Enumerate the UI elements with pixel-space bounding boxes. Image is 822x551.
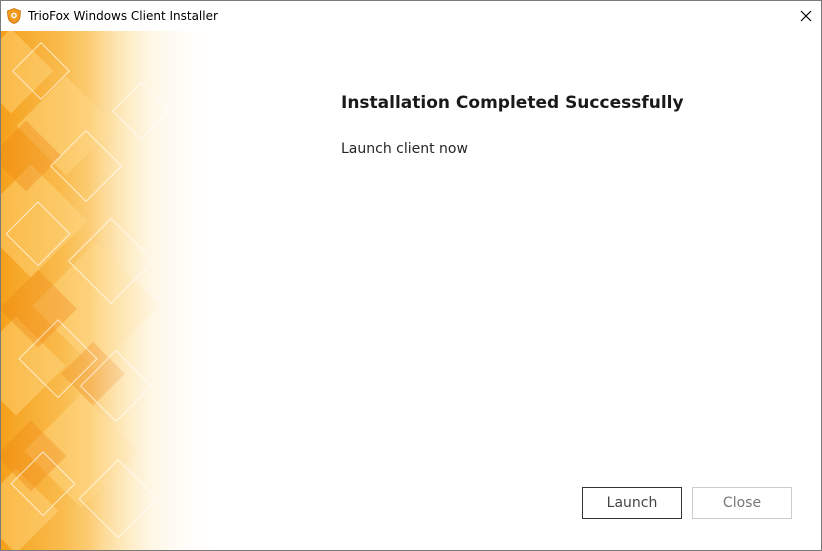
window-title: TrioFox Windows Client Installer — [28, 9, 218, 23]
installer-window: TrioFox Windows Client Installer Install… — [0, 0, 822, 551]
page-title: Installation Completed Successfully — [341, 93, 684, 113]
close-button[interactable]: Close — [692, 487, 792, 519]
shield-icon — [7, 8, 21, 24]
launch-button[interactable]: Launch — [582, 487, 682, 519]
title-bar: TrioFox Windows Client Installer — [1, 1, 821, 31]
side-banner-image — [1, 31, 251, 550]
close-icon[interactable] — [791, 1, 821, 31]
launch-hint-text: Launch client now — [341, 141, 468, 157]
